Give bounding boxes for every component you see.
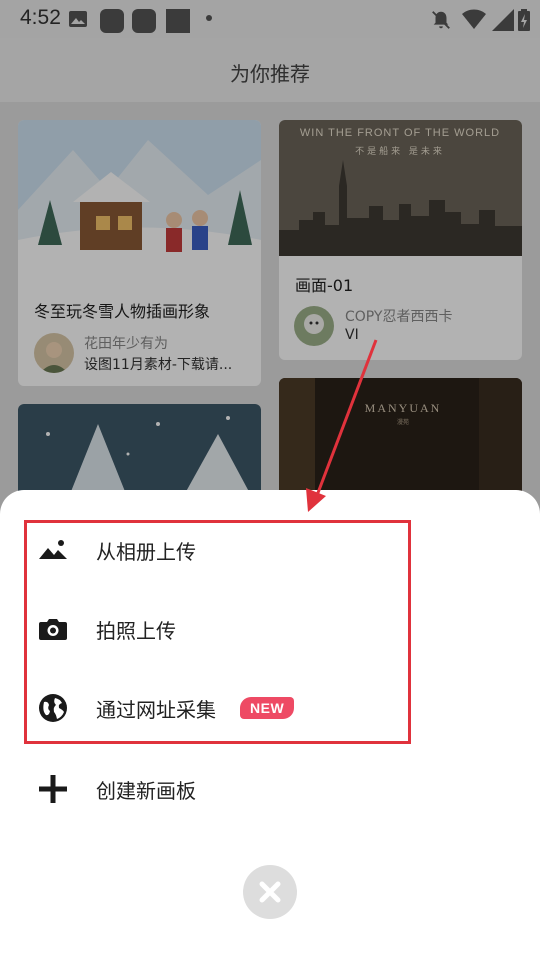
annotation-arrow <box>306 339 378 512</box>
